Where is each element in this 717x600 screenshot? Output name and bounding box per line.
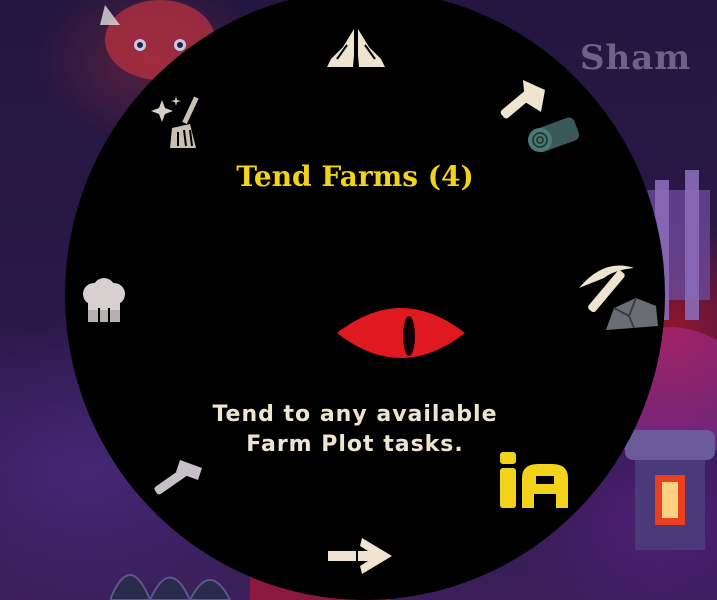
red-eye-icon xyxy=(337,308,465,358)
description-line-1: Tend to any available xyxy=(212,402,498,427)
axe-log-icon[interactable] xyxy=(495,78,585,158)
pickaxe-stone-icon[interactable] xyxy=(574,258,664,333)
broom-sparkle-icon[interactable] xyxy=(150,94,210,150)
hammer-icon[interactable] xyxy=(148,456,206,504)
farm-icon[interactable] xyxy=(498,450,570,510)
chef-hat-icon[interactable] xyxy=(80,278,128,324)
arrow-right-icon[interactable] xyxy=(326,536,394,576)
praying-hands-icon[interactable] xyxy=(325,25,387,71)
selected-task-title: Tend Farms (4) xyxy=(236,160,474,193)
background-name-text: Sham xyxy=(580,38,692,78)
